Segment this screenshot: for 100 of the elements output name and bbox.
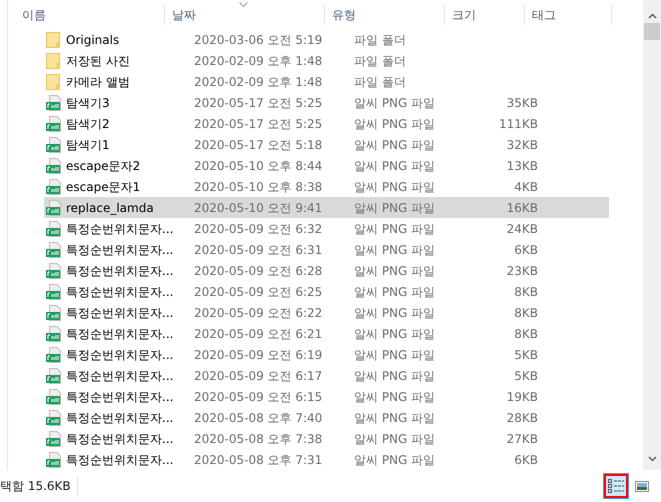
file-name: 특정순번위치문자... [66,410,174,426]
file-name: 특정순번위치문자... [66,452,174,468]
type-cell-text: 알씨 PNG 파일 [354,388,436,406]
date-cell-text: 2020-05-09 오전 6:17 [194,368,324,384]
date-cell-text: 2020-05-09 오전 6:22 [194,304,324,322]
scroll-up-icon[interactable] [648,13,656,19]
png-file-icon [46,220,62,236]
column-header[interactable]: 이름 [22,6,46,24]
size-cell-text: 13KB [506,158,538,174]
size-cell-text: 111KB [498,116,538,132]
png-file-icon [46,136,62,152]
date-cell-text: 2020-05-09 오전 6:31 [194,242,324,258]
size-cell-text: 35KB [506,94,538,112]
png-file-icon [46,262,62,278]
type-cell-text: 알씨 PNG 파일 [354,304,436,322]
file-name: 특정순번위치문자... [66,284,174,300]
file-name: 특정순번위치문자... [66,242,174,258]
size-cell-text: 27KB [506,430,538,448]
png-file-icon [46,304,62,320]
file-row[interactable]: 탐색기1 2020-05-17 오전 5:18 알씨 PNG 파일 32KB [44,134,609,155]
date-cell-text: 2020-05-10 오후 8:38 [194,178,324,196]
file-row[interactable]: 특정순번위치문자... 2020-05-09 오전 6:25 알씨 PNG 파일 8KB [44,281,609,302]
size-cell-text: 8KB [513,284,538,300]
file-row[interactable]: 특정순번위치문자... 2020-05-09 오전 6:22 알씨 PNG 파일 8KB [44,302,609,323]
file-row[interactable]: 특정순번위치문자... 2020-05-09 오전 6:31 알씨 PNG 파일 6KB [44,239,609,260]
png-file-icon [46,388,62,404]
type-cell-text: 알씨 PNG 파일 [354,178,436,196]
landscape-picture-icon [635,480,649,492]
type-cell-text: 알씨 PNG 파일 [354,242,436,258]
type-cell-text: 알씨 PNG 파일 [354,220,436,238]
png-file-icon [46,410,62,426]
file-name: 특정순번위치문자... [66,326,174,342]
size-cell-text: 32KB [506,136,538,154]
png-file-icon [46,178,62,194]
date-cell-text: 2020-05-08 오후 7:31 [194,452,324,468]
status-text: 택함 15.6KB [0,477,78,495]
file-name: 특정순번위치문자... [66,388,174,406]
png-file-icon [46,452,62,468]
type-cell-text: 알씨 PNG 파일 [354,94,436,112]
file-row[interactable]: 카메라 앨범 2020-02-09 오후 1:48 파일 폴더 [44,71,609,92]
date-cell-text: 2020-05-09 오전 6:32 [194,220,324,238]
date-cell-text: 2020-05-17 오전 5:18 [194,136,324,154]
type-cell-text: 알씨 PNG 파일 [354,116,436,132]
file-name: escape문자1 [66,178,142,196]
size-cell-text: 4KB [513,178,538,196]
size-cell-text: 5KB [513,368,538,384]
size-cell-text: 24KB [506,220,538,238]
date-cell-text: 2020-05-09 오전 6:19 [194,346,324,364]
details-view-button[interactable] [604,474,628,498]
file-name: 특정순번위치문자... [66,262,174,280]
file-name: escape문자2 [66,158,142,174]
file-row[interactable]: 특정순번위치문자... 2020-05-09 오전 6:19 알씨 PNG 파일 5KB [44,344,609,365]
date-cell-text: 2020-02-09 오후 1:48 [194,74,324,90]
file-row[interactable]: 특정순번위치문자... 2020-05-09 오전 6:32 알씨 PNG 파일 24KB [44,218,609,239]
file-name: 특정순번위치문자... [66,430,174,448]
type-cell-text: 알씨 PNG 파일 [354,200,436,216]
file-row[interactable]: 특정순번위치문자... 2020-05-09 오전 6:17 알씨 PNG 파일 5KB [44,365,609,386]
file-row[interactable]: 탐색기3 2020-05-17 오전 5:25 알씨 PNG 파일 35KB [44,92,609,113]
column-header[interactable]: 날짜 [172,6,196,24]
date-cell-text: 2020-05-09 오전 6:21 [194,326,324,342]
file-row[interactable]: 특정순번위치문자... 2020-05-09 오전 6:28 알씨 PNG 파일 23KB [44,260,609,281]
type-cell-text: 파일 폴더 [354,74,407,90]
file-name: 특정순번위치문자... [66,346,174,364]
scroll-thumb[interactable] [644,23,660,40]
file-name: 저장된 사진 [66,52,131,70]
file-row[interactable]: 특정순번위치문자... 2020-05-08 오후 7:38 알씨 PNG 파일 27KB [44,428,609,449]
scroll-down-icon[interactable] [648,456,656,462]
size-cell-text: 16KB [506,200,538,216]
details-view-icon [608,479,624,493]
type-cell-text: 알씨 PNG 파일 [354,158,436,174]
column-header[interactable]: 크기 [452,6,476,24]
file-row[interactable]: replace_lamda 2020-05-10 오전 9:41 알씨 PNG 파일 16KB [44,197,609,218]
png-file-icon [46,368,62,384]
file-row[interactable]: 특정순번위치문자... 2020-05-09 오전 6:15 알씨 PNG 파일 19KB [44,386,609,407]
size-cell-text: 8KB [513,304,538,322]
png-file-icon [46,200,62,216]
column-header[interactable]: 유형 [332,6,356,24]
file-row[interactable]: escape문자1 2020-05-10 오후 8:38 알씨 PNG 파일 4KB [44,176,609,197]
type-cell-text: 알씨 PNG 파일 [354,284,436,300]
type-cell-text: 알씨 PNG 파일 [354,326,436,342]
png-file-icon [46,158,62,174]
size-cell-text: 23KB [506,262,538,280]
file-row[interactable]: Originals 2020-03-06 오전 5:19 파일 폴더 [44,29,609,50]
type-cell-text: 알씨 PNG 파일 [354,262,436,280]
date-cell-text: 2020-05-09 오전 6:25 [194,284,324,300]
type-cell-text: 알씨 PNG 파일 [354,136,436,154]
scrollbar[interactable] [643,0,661,470]
file-name: 특정순번위치문자... [66,368,174,384]
file-row[interactable]: 특정순번위치문자... 2020-05-08 오후 7:31 알씨 PNG 파일 6KB [44,449,609,470]
file-row[interactable]: 탐색기2 2020-05-17 오전 5:25 알씨 PNG 파일 111KB [44,113,609,134]
size-cell-text: 19KB [506,388,538,406]
file-row[interactable]: escape문자2 2020-05-10 오후 8:44 알씨 PNG 파일 13KB [44,155,609,176]
file-row[interactable]: 저장된 사진 2020-02-09 오후 1:48 파일 폴더 [44,50,609,71]
column-header[interactable]: 태그 [532,6,556,24]
file-name: 탐색기1 [66,136,111,154]
file-row[interactable]: 특정순번위치문자... 2020-05-08 오후 7:40 알씨 PNG 파일 28KB [44,407,609,428]
type-cell-text: 파일 폴더 [354,52,407,70]
date-cell-text: 2020-05-17 오전 5:25 [194,94,324,112]
file-name: 특정순번위치문자... [66,220,174,238]
file-row[interactable]: 특정순번위치문자... 2020-05-09 오전 6:21 알씨 PNG 파일 8KB [44,323,609,344]
